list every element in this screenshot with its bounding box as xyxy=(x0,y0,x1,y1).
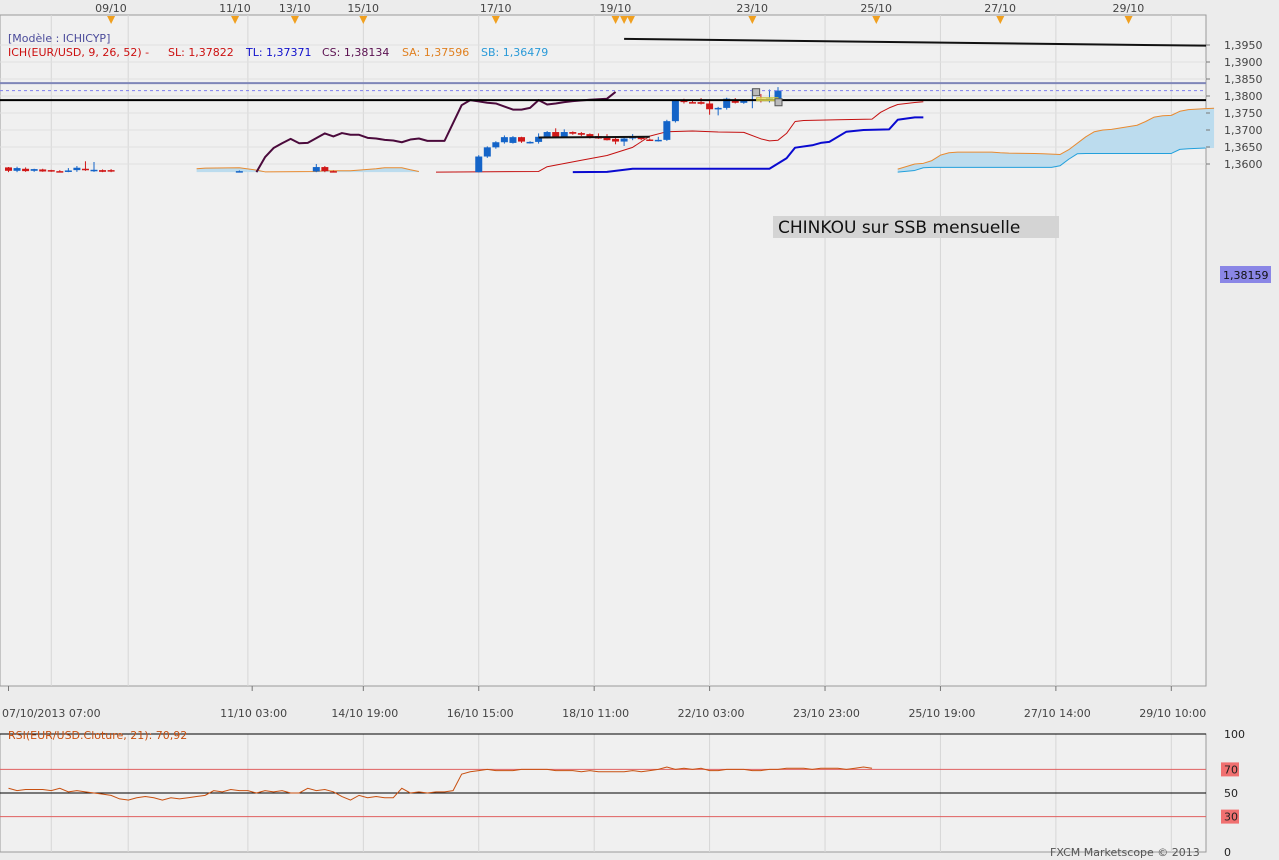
candle-bull xyxy=(509,137,517,143)
candle-bear xyxy=(107,170,115,172)
candle-bull xyxy=(500,137,508,143)
candle-bear xyxy=(99,170,107,172)
x-tick-label: 22/10 03:00 xyxy=(678,707,745,720)
chart-canvas: 1,3600 1,3650 1,3700 1,3750 1,3800 1,3850 1,39… xyxy=(0,0,1279,860)
rsi-tick-label: 0 xyxy=(1224,846,1231,859)
x-tick-label: 07/10/2013 07:00 xyxy=(2,707,101,720)
x-tick-label: 27/10 14:00 xyxy=(1024,707,1091,720)
sb-value: SB: 1,36479 xyxy=(481,46,548,59)
candle-bull xyxy=(73,167,81,171)
rsi-tick-label: 30 xyxy=(1224,811,1238,824)
candle-bear xyxy=(5,167,12,171)
y-tick-label: 1,3800 xyxy=(1224,90,1263,103)
x-tick-label: 16/10 15:00 xyxy=(447,707,514,720)
cs-value: CS: 1,38134 xyxy=(322,46,389,59)
top-date-label: 17/10 xyxy=(480,2,512,15)
candle-bull xyxy=(620,138,628,142)
candle-bull xyxy=(654,139,662,142)
candle-bear xyxy=(612,138,620,142)
candle-bull xyxy=(475,156,483,173)
candle-bear xyxy=(646,139,654,142)
candle-bear xyxy=(56,171,64,173)
candle-bull xyxy=(235,171,243,173)
candle-bull xyxy=(663,121,671,140)
y-tick-label: 1,3650 xyxy=(1224,141,1263,154)
top-date-label: 15/10 xyxy=(347,2,379,15)
model-label: [Modèle : ICHICYP] xyxy=(8,32,110,45)
sl-value: SL: 1,37822 xyxy=(168,46,234,59)
candle-bull xyxy=(30,169,38,171)
candle-bear xyxy=(321,167,329,172)
candle-bear xyxy=(706,103,714,110)
candle-bear xyxy=(689,102,696,104)
price-plot-frame xyxy=(0,14,1207,687)
top-date-label: 19/10 xyxy=(600,2,632,15)
y-tick-label: 1,3600 xyxy=(1224,158,1263,171)
x-tick-label: 25/10 19:00 xyxy=(908,707,975,720)
rsi-tick-label: 50 xyxy=(1224,787,1238,800)
y-tick-label: 1,3850 xyxy=(1224,73,1263,86)
x-tick-label: 18/10 11:00 xyxy=(562,707,629,720)
candle-bull xyxy=(560,132,568,137)
top-date-label: 13/10 xyxy=(279,2,311,15)
footer-credit: FXCM Marketscope © 2013 xyxy=(1050,846,1200,859)
annotation-text: CHINKOU sur SSB mensuelle xyxy=(778,218,1020,238)
top-date-label: 25/10 xyxy=(860,2,892,15)
candle-bear xyxy=(81,168,89,171)
candle-bull xyxy=(526,141,534,144)
candle-bear xyxy=(518,137,525,142)
top-date-label: 11/10 xyxy=(219,2,251,15)
candle-bear xyxy=(22,168,30,172)
current-price-label: 1,38159 xyxy=(1223,269,1269,282)
candle-bear xyxy=(47,170,55,172)
y-tick-label: 1,3750 xyxy=(1224,107,1263,120)
rsi-tick-label: 70 xyxy=(1224,763,1238,776)
candle-bear xyxy=(697,102,705,104)
candle-bull xyxy=(90,169,98,172)
top-date-label: 27/10 xyxy=(984,2,1016,15)
selection-handle xyxy=(752,88,761,97)
y-tick-label: 1,3950 xyxy=(1224,39,1263,52)
tl-value: TL: 1,37371 xyxy=(245,46,312,59)
candle-bull xyxy=(312,167,320,172)
candle-bear xyxy=(329,171,337,173)
y-tick-label: 1,3700 xyxy=(1224,124,1263,137)
candle-bull xyxy=(671,100,679,122)
candle-bear xyxy=(603,137,611,141)
x-tick-label: 29/10 10:00 xyxy=(1139,707,1206,720)
rsi-title: RSI(EUR/USD.Cloture, 21): 70,92 xyxy=(8,729,187,742)
trend-segment-line xyxy=(538,135,650,139)
candle-bear xyxy=(569,132,577,134)
candle-bull xyxy=(492,142,500,148)
candle-bear xyxy=(577,133,585,135)
ich-label: ICH(EUR/USD, 9, 26, 52) - xyxy=(8,46,149,59)
y-tick-label: 1,3900 xyxy=(1224,56,1263,69)
sa-value: SA: 1,37596 xyxy=(402,46,469,59)
top-date-label: 09/10 xyxy=(95,2,127,15)
candle-bull xyxy=(64,170,72,172)
candle-bear xyxy=(39,169,47,172)
x-tick-label: 23/10 23:00 xyxy=(793,707,860,720)
candle-bear xyxy=(552,132,560,137)
top-date-label: 23/10 xyxy=(736,2,768,15)
top-date-label: 29/10 xyxy=(1113,2,1145,15)
candle-bull xyxy=(13,168,21,171)
x-tick-label: 11/10 03:00 xyxy=(220,707,287,720)
candle-bull xyxy=(483,147,491,157)
x-tick-label: 14/10 19:00 xyxy=(331,707,398,720)
rsi-tick-label: 100 xyxy=(1224,728,1245,741)
candle-bull xyxy=(543,132,551,137)
candle-bull xyxy=(714,107,722,110)
selection-handle xyxy=(774,98,783,107)
